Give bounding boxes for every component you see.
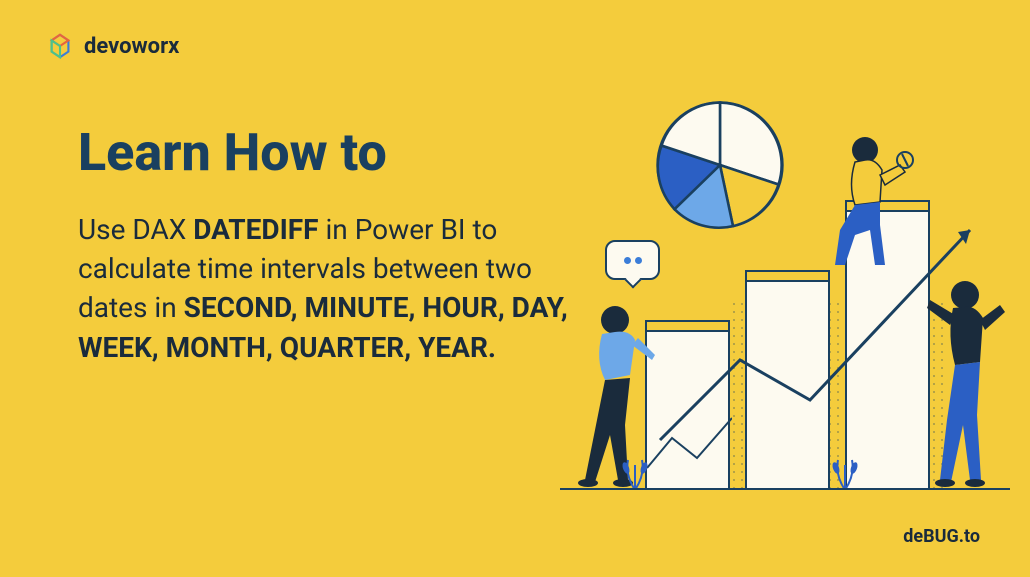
plant-decoration-icon	[620, 450, 650, 490]
bubble-dot	[635, 257, 642, 264]
brand-logo: devoworx	[46, 32, 179, 60]
bubble-dot	[624, 257, 631, 264]
footer-post: .to	[959, 526, 980, 547]
plant-decoration-icon	[830, 450, 860, 490]
footer-brand: deBUG.to	[903, 526, 980, 547]
ground-line	[560, 488, 1010, 490]
pie-chart-icon	[655, 100, 785, 230]
body-description: Use DAX DATEDIFF in Power BI to calculat…	[78, 210, 568, 367]
page-title: Learn How to	[78, 122, 387, 183]
brand-name: devoworx	[84, 34, 179, 59]
body-prefix: Use DAX	[78, 213, 193, 246]
body-keyword-datediff: DATEDIFF	[193, 213, 318, 246]
person-holding-arrow-icon	[925, 270, 1015, 490]
footer-caps: BUG	[923, 526, 959, 547]
speech-bubble-icon	[605, 240, 660, 280]
footer-pre: de	[903, 526, 923, 547]
hero-illustration	[560, 100, 1010, 520]
person-sitting-icon	[820, 130, 920, 270]
devoworx-logo-icon	[46, 32, 74, 60]
